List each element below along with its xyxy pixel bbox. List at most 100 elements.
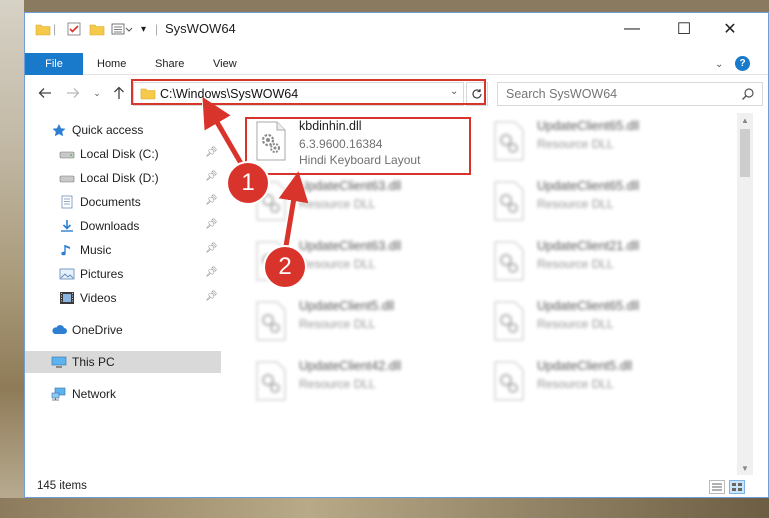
status-bar: 145 items <box>25 475 768 497</box>
sidebar-item-label: Local Disk (C:) <box>80 147 159 161</box>
file-name: UpdateClient65.dll <box>537 299 640 313</box>
sidebar-item-documents[interactable]: Documents 📌︎ <box>25 191 221 213</box>
separator: | <box>155 22 159 36</box>
scroll-thumb[interactable] <box>740 129 750 177</box>
sidebar-item-label: Pictures <box>80 267 124 281</box>
pin-icon: 📌︎ <box>205 267 218 278</box>
search-input[interactable] <box>506 87 716 101</box>
file-type: Resource DLL <box>537 137 614 151</box>
file-type: Resource DLL <box>537 197 614 211</box>
tiles-view-button[interactable] <box>729 480 745 494</box>
tab-share[interactable]: Share <box>155 53 184 75</box>
pin-icon: 📌︎ <box>205 147 218 158</box>
file-type: Resource DLL <box>537 377 614 391</box>
pictures-icon <box>59 268 75 280</box>
sidebar-item-pictures[interactable]: Pictures 📌︎ <box>25 263 221 285</box>
arrow-right-icon <box>67 88 80 98</box>
window-title: SysWOW64 <box>165 21 236 36</box>
scroll-down-icon[interactable]: ▼ <box>737 461 753 475</box>
sidebar-item-quick-access[interactable]: Quick access <box>25 119 221 141</box>
chevron-down-icon[interactable]: ⌄ <box>715 53 723 75</box>
details-view-icon <box>712 483 722 491</box>
file-name: UpdateClient42.dll <box>299 359 402 373</box>
chevron-down-icon[interactable]: ▾ <box>141 21 146 37</box>
file-type: Resource DLL <box>299 317 376 331</box>
minimize-button[interactable]: — <box>609 13 655 45</box>
file-item[interactable]: UpdateClient5.dll Resource DLL <box>249 297 479 347</box>
dll-file-icon <box>494 301 524 341</box>
sidebar-item-label: OneDrive <box>72 323 123 337</box>
search-icon[interactable] <box>741 87 755 101</box>
drive-icon <box>59 175 75 183</box>
pin-icon: 📌︎ <box>205 219 218 230</box>
file-item[interactable]: UpdateClient65.dll Resource DLL <box>487 117 717 167</box>
file-item[interactable]: UpdateClient21.dll Resource DLL <box>487 237 717 287</box>
vertical-scrollbar[interactable]: ▲ ▼ <box>737 113 753 475</box>
file-type: Resource DLL <box>299 257 376 271</box>
item-count: 145 items <box>37 480 87 492</box>
videos-icon <box>60 292 74 304</box>
file-name: UpdateClient5.dll <box>299 299 395 313</box>
file-name: UpdateClient21.dll <box>537 239 640 253</box>
sidebar-item-local-disk-c[interactable]: Local Disk (C:) 📌︎ <box>25 143 221 165</box>
sidebar-item-label: Music <box>80 243 112 257</box>
customize-toolbar-icon[interactable] <box>111 21 133 37</box>
file-item[interactable]: UpdateClient63.dll Resource DLL <box>249 177 479 227</box>
help-icon[interactable]: ? <box>735 56 750 71</box>
search-box[interactable] <box>497 82 763 106</box>
sidebar-item-label: Quick access <box>72 123 144 137</box>
properties-icon[interactable] <box>67 21 81 37</box>
recent-locations-button[interactable]: ⌄ <box>87 83 107 103</box>
back-button[interactable] <box>35 83 55 103</box>
pin-icon: 📌︎ <box>205 171 218 182</box>
forward-button[interactable] <box>63 83 83 103</box>
file-name: UpdateClient63.dll <box>299 179 402 193</box>
separator: | <box>53 22 57 36</box>
title-bar: | ▾ | SysWOW64 — ☐ ✕ <box>25 13 768 45</box>
dll-file-icon <box>494 361 524 401</box>
dll-file-icon <box>256 361 286 401</box>
dll-file-icon <box>494 121 524 161</box>
close-button[interactable]: ✕ <box>707 13 753 45</box>
navigation-pane: Quick access Local Disk (C:) 📌︎ Local Di… <box>25 113 221 473</box>
network-icon <box>51 387 66 401</box>
sidebar-item-network[interactable]: Network <box>25 383 221 405</box>
cloud-icon <box>52 325 67 334</box>
tab-file[interactable]: File <box>25 53 83 75</box>
scroll-up-icon[interactable]: ▲ <box>737 113 753 127</box>
tab-home[interactable]: Home <box>97 53 126 75</box>
sidebar-item-label: Videos <box>80 291 117 305</box>
sidebar-item-label: Documents <box>80 195 141 209</box>
downloads-icon <box>61 220 73 232</box>
sidebar-item-music[interactable]: Music 📌︎ <box>25 239 221 261</box>
new-folder-icon[interactable] <box>89 21 105 37</box>
details-view-button[interactable] <box>709 480 725 494</box>
tab-view[interactable]: View <box>213 53 237 75</box>
up-button[interactable] <box>109 83 129 103</box>
file-type: Resource DLL <box>299 197 376 211</box>
file-item[interactable]: UpdateClient65.dll Resource DLL <box>487 177 717 227</box>
arrow-up-icon <box>114 86 124 99</box>
sidebar-item-local-disk-d[interactable]: Local Disk (D:) 📌︎ <box>25 167 221 189</box>
dll-file-icon <box>494 181 524 221</box>
desktop-background <box>0 0 24 518</box>
sidebar-item-this-pc[interactable]: This PC <box>25 351 221 373</box>
sidebar-item-label: This PC <box>72 355 115 369</box>
pin-icon: 📌︎ <box>205 195 218 206</box>
music-icon <box>61 245 70 256</box>
desktop-background-bottom <box>0 498 769 518</box>
file-name: UpdateClient65.dll <box>537 179 640 193</box>
maximize-button[interactable]: ☐ <box>661 13 707 45</box>
star-icon <box>52 124 66 137</box>
file-item[interactable]: UpdateClient5.dll Resource DLL <box>487 357 717 407</box>
sidebar-item-downloads[interactable]: Downloads 📌︎ <box>25 215 221 237</box>
arrow-left-icon <box>38 88 51 98</box>
file-name: UpdateClient63.dll <box>299 239 402 253</box>
dll-file-icon <box>256 301 286 341</box>
file-item[interactable]: UpdateClient65.dll Resource DLL <box>487 297 717 347</box>
documents-icon <box>61 195 73 209</box>
file-item[interactable]: UpdateClient42.dll Resource DLL <box>249 357 479 407</box>
folder-icon[interactable] <box>35 21 51 37</box>
sidebar-item-videos[interactable]: Videos 📌︎ <box>25 287 221 309</box>
sidebar-item-onedrive[interactable]: OneDrive <box>25 319 221 341</box>
